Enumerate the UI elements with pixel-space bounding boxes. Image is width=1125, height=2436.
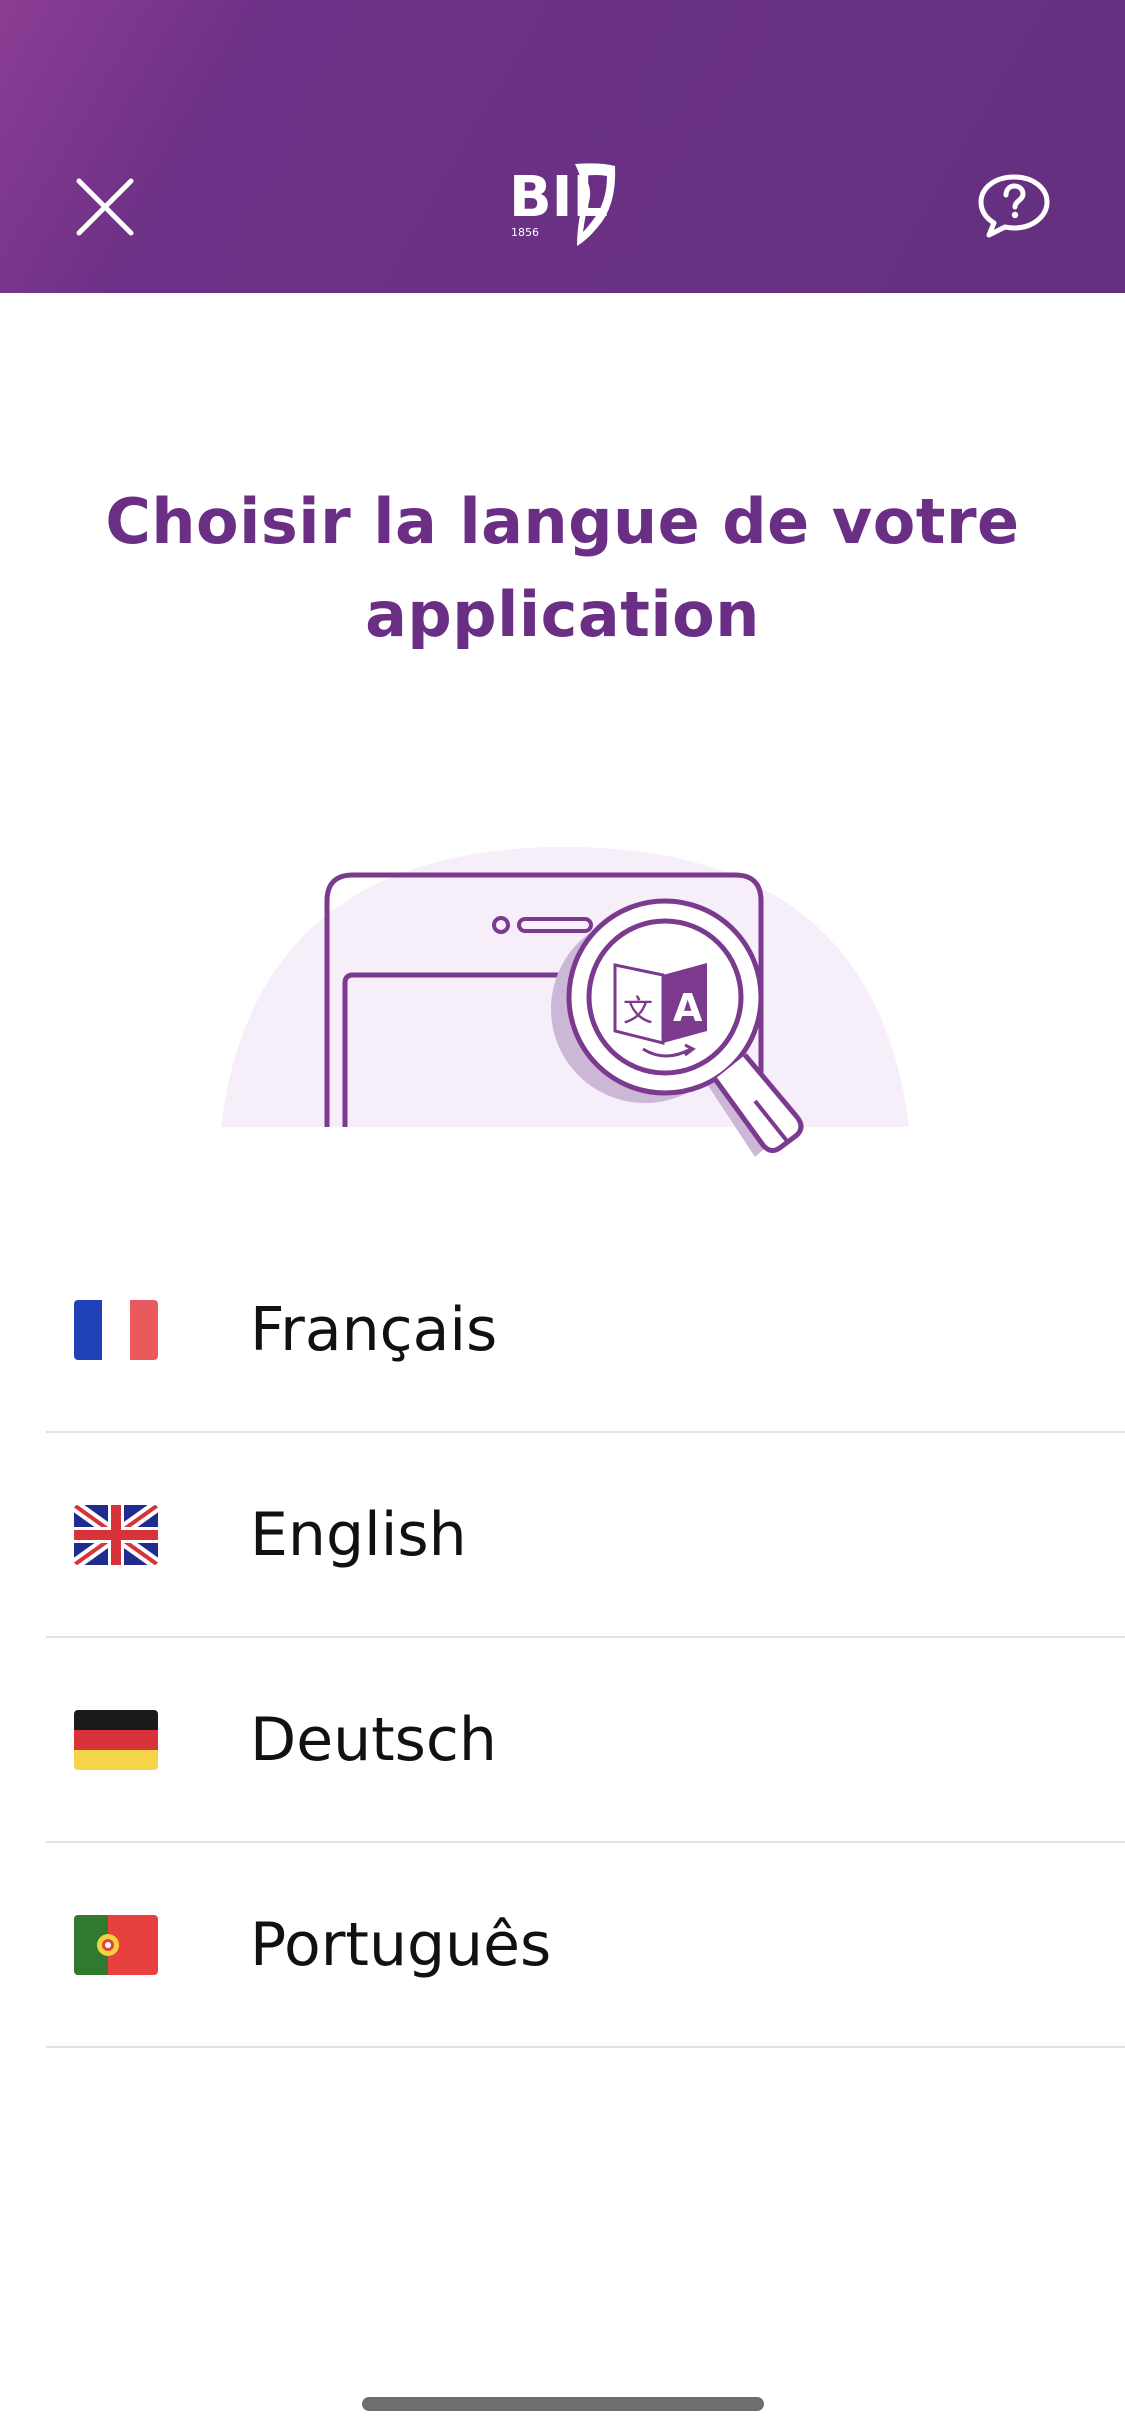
- flag-germany-icon: [74, 1710, 158, 1770]
- home-indicator[interactable]: [362, 2397, 764, 2411]
- flag-portugal-icon: [74, 1915, 158, 1975]
- language-label: Deutsch: [250, 1705, 497, 1775]
- help-chat-button[interactable]: [974, 166, 1054, 246]
- language-selection-screen: BIL 1856 Choisir la langue de votre appl…: [0, 0, 1125, 2436]
- language-item-francais[interactable]: Français: [46, 1228, 1125, 1433]
- language-list: Français English Deutsch Português: [46, 1228, 1125, 2048]
- bil-logo: BIL 1856: [505, 158, 623, 252]
- language-label: Português: [250, 1910, 552, 1980]
- flag-france-icon: [74, 1300, 158, 1360]
- language-item-english[interactable]: English: [46, 1433, 1125, 1638]
- language-label: Français: [250, 1295, 498, 1365]
- logo-text: BIL: [509, 165, 608, 230]
- language-item-deutsch[interactable]: Deutsch: [46, 1638, 1125, 1843]
- close-button[interactable]: [68, 170, 142, 244]
- close-icon: [76, 178, 134, 236]
- flag-uk-icon: [74, 1505, 158, 1565]
- header-bar: BIL 1856: [0, 0, 1125, 293]
- svg-text:A: A: [673, 986, 703, 1030]
- page-title: Choisir la langue de votre application: [105, 485, 1020, 651]
- chat-help-icon: [978, 174, 1050, 238]
- svg-text:文: 文: [623, 994, 653, 1029]
- logo-year: 1856: [511, 226, 539, 239]
- language-item-portugues[interactable]: Português: [46, 1843, 1125, 2048]
- language-label: English: [250, 1500, 467, 1570]
- phone-translate-magnifier-icon: A 文: [215, 835, 915, 1175]
